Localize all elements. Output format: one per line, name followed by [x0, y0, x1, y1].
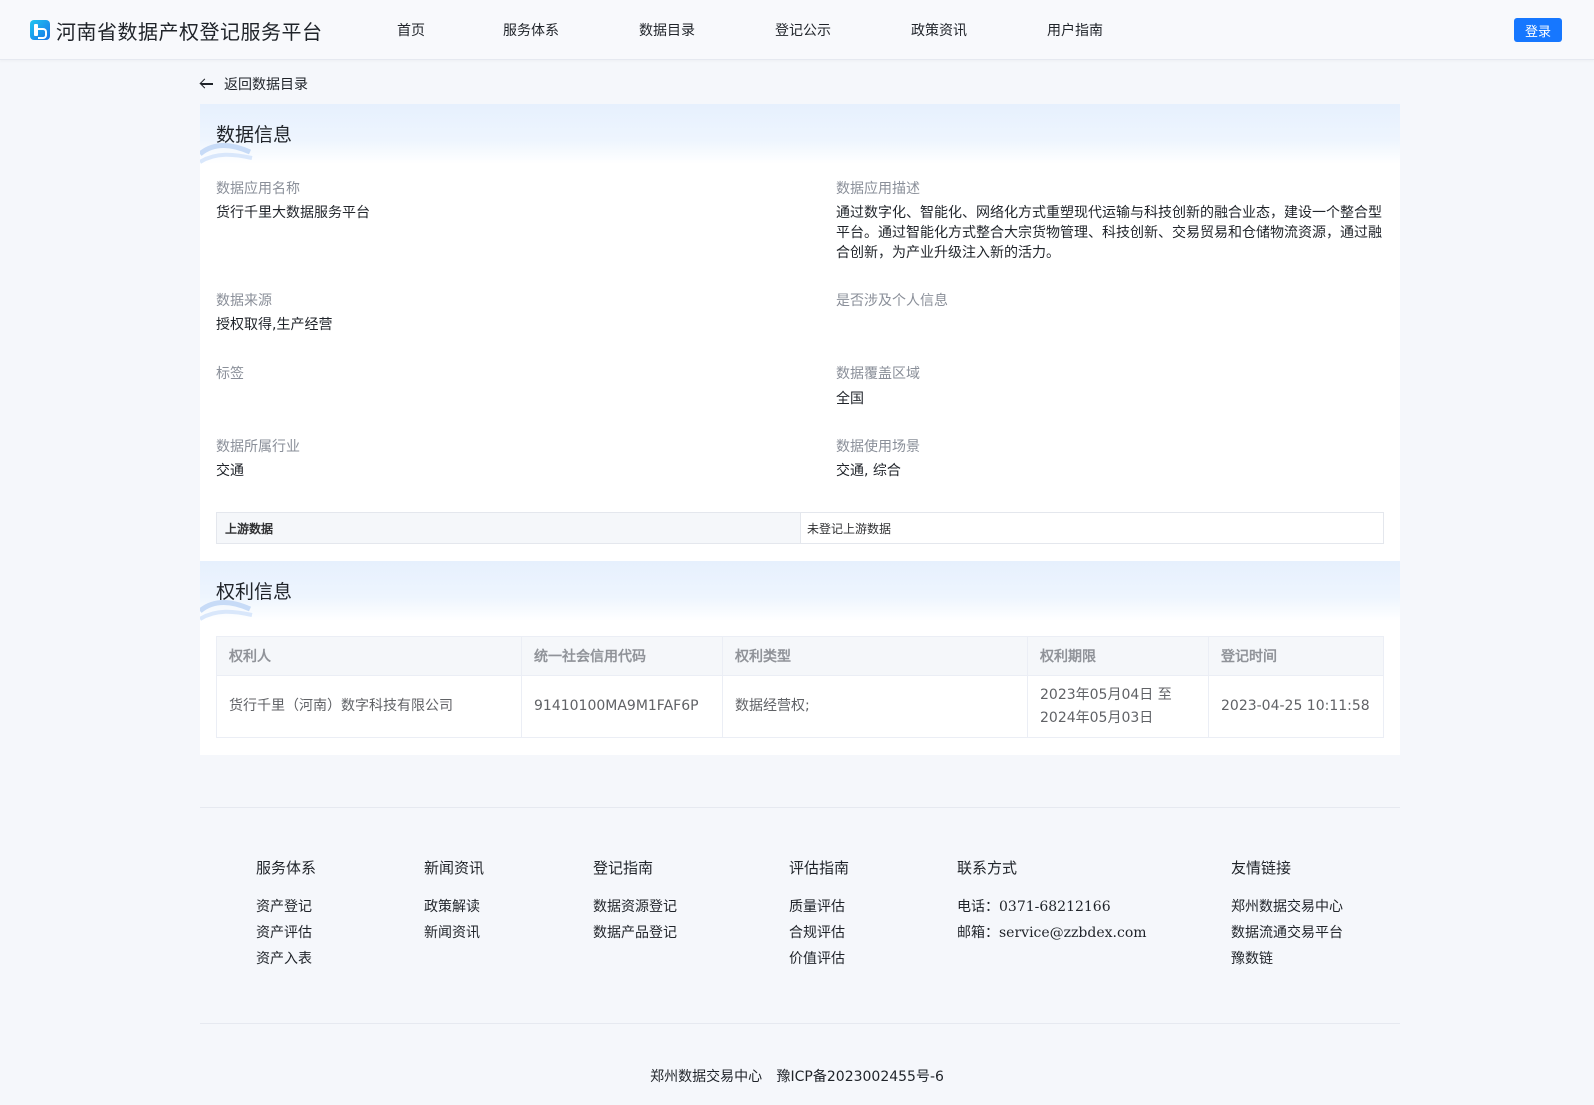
col-credit-code: 统一社会信用代码 [521, 636, 723, 676]
col-holder: 权利人 [216, 636, 522, 676]
back-link[interactable]: 返回数据目录 [200, 74, 308, 94]
footer-col-register: 登记指南 数据资源登记 数据产品登记 [593, 857, 677, 946]
footer-heading: 友情链接 [1231, 859, 1292, 877]
contact-phone: 电话：0371-68212166 [957, 894, 1147, 920]
footer-link[interactable]: 资产登记 [256, 894, 316, 920]
col-register-time: 登记时间 [1208, 636, 1384, 676]
tag-label: 标签 [216, 366, 244, 382]
footer-divider-top [200, 807, 1400, 808]
email-value[interactable]: service@zzbdex.com [999, 925, 1147, 941]
industry-label: 数据所属行业 [216, 439, 300, 455]
region-value: 全国 [836, 391, 864, 407]
desc-value: 通过数字化、智能化、网络化方式重塑现代运输与科技创新的融合业态，建设一个整合型平… [836, 205, 1382, 261]
industry-value: 交通 [216, 463, 244, 479]
period-start: 2023年05月04日 至 [1040, 686, 1172, 703]
footer-link[interactable]: 新闻资讯 [424, 920, 484, 946]
footer-link[interactable]: 郑州数据交易中心 [1231, 894, 1343, 920]
nav-item-guide[interactable]: 用户指南 [1047, 20, 1103, 40]
section-title-data-info: 数据信息 [216, 124, 293, 146]
footer-col-service: 服务体系 资产登记 资产评估 资产入表 [256, 857, 316, 972]
personal-info-label: 是否涉及个人信息 [836, 293, 948, 309]
footer-link[interactable]: 数据流通交易平台 [1231, 920, 1343, 946]
upstream-row: 上游数据 未登记上游数据 [216, 512, 1384, 544]
contact-email: 邮箱：service@zzbdex.com [957, 920, 1147, 946]
site-title: 河南省数据产权登记服务平台 [56, 19, 323, 44]
org-name: 郑州数据交易中心 [650, 1069, 763, 1085]
desc-label: 数据应用描述 [836, 181, 920, 197]
app-name-label: 数据应用名称 [216, 181, 300, 197]
table-header-row: 权利人 统一社会信用代码 权利类型 权利期限 登记时间 [216, 636, 1384, 676]
footer-link[interactable]: 豫数链 [1231, 946, 1343, 972]
region-label: 数据覆盖区域 [836, 366, 920, 382]
footer-link[interactable]: 质量评估 [789, 894, 849, 920]
source-label: 数据来源 [216, 293, 272, 309]
footer-heading: 评估指南 [789, 859, 850, 877]
footer-divider-bottom [200, 1023, 1400, 1024]
footer-heading: 服务体系 [256, 859, 317, 877]
footer-link[interactable]: 合规评估 [789, 920, 849, 946]
back-label: 返回数据目录 [224, 77, 308, 93]
cell-holder: 货行千里（河南）数字科技有限公司 [216, 675, 522, 738]
data-info-header: 数据信息 [200, 104, 1400, 164]
nav-item-catalog[interactable]: 数据目录 [639, 20, 695, 40]
site-logo[interactable]: 河南省数据产权登记服务平台 [30, 16, 323, 44]
phone-value: 0371-68212166 [999, 899, 1111, 915]
cell-credit-code: 91410100MA9M1FAF6P [521, 675, 723, 738]
footer-heading: 新闻资讯 [424, 859, 485, 877]
nav-item-publicity[interactable]: 登记公示 [775, 20, 831, 40]
rights-table: 权利人 统一社会信用代码 权利类型 权利期限 登记时间 货行千里（河南）数字科技… [216, 636, 1384, 738]
arrow-left-icon [200, 77, 214, 91]
footer-col-news: 新闻资讯 政策解读 新闻资讯 [424, 857, 484, 946]
login-button[interactable]: 登录 [1514, 18, 1562, 42]
scene-value: 交通, 综合 [836, 463, 901, 479]
footer-heading: 登记指南 [593, 859, 654, 877]
cell-period: 2023年05月04日 至 2024年05月03日 [1027, 675, 1209, 738]
copyright-bar: 郑州数据交易中心 豫ICP备2023002455号-6 [0, 1066, 1594, 1086]
nav-item-service[interactable]: 服务体系 [503, 20, 559, 40]
footer-link[interactable]: 资产入表 [256, 946, 316, 972]
nav-item-policy[interactable]: 政策资讯 [911, 20, 967, 40]
footer-link[interactable]: 资产评估 [256, 920, 316, 946]
footer-col-contact: 联系方式 电话：0371-68212166 邮箱：service@zzbdex.… [957, 857, 1147, 946]
period-end: 2024年05月03日 [1040, 709, 1154, 726]
email-label: 邮箱： [957, 925, 999, 941]
table-row: 货行千里（河南）数字科技有限公司 91410100MA9M1FAF6P 数据经营… [216, 675, 1384, 738]
footer-link[interactable]: 政策解读 [424, 894, 484, 920]
top-header: 河南省数据产权登记服务平台 首页 服务体系 数据目录 登记公示 政策资讯 用户指… [0, 0, 1594, 60]
section-title-rights-info: 权利信息 [216, 581, 293, 603]
app-name-value: 货行千里大数据服务平台 [216, 205, 370, 221]
upstream-value: 未登记上游数据 [807, 521, 892, 536]
footer-link[interactable]: 价值评估 [789, 946, 849, 972]
footer-link[interactable]: 数据产品登记 [593, 920, 677, 946]
footer-col-friends: 友情链接 郑州数据交易中心 数据流通交易平台 豫数链 [1231, 857, 1343, 972]
rights-info-header: 权利信息 [200, 561, 1400, 621]
upstream-label: 上游数据 [217, 513, 801, 543]
nav-item-home[interactable]: 首页 [397, 20, 425, 40]
footer-heading: 联系方式 [957, 859, 1018, 877]
icp-number[interactable]: 豫ICP备2023002455号-6 [777, 1069, 944, 1085]
detail-card: 数据信息 数据应用名称 货行千里大数据服务平台 数据应用描述 通过数字化、智能化… [200, 104, 1400, 755]
cell-right-type: 数据经营权; [722, 675, 1028, 738]
scene-label: 数据使用场景 [836, 439, 920, 455]
source-value: 授权取得,生产经营 [216, 317, 333, 333]
logo-icon [30, 20, 50, 40]
footer-col-eval: 评估指南 质量评估 合规评估 价值评估 [789, 857, 849, 972]
phone-label: 电话： [957, 899, 999, 915]
footer-link[interactable]: 数据资源登记 [593, 894, 677, 920]
col-right-type: 权利类型 [722, 636, 1028, 676]
col-period: 权利期限 [1027, 636, 1209, 676]
cell-register-time: 2023-04-25 10:11:58 [1208, 675, 1384, 738]
